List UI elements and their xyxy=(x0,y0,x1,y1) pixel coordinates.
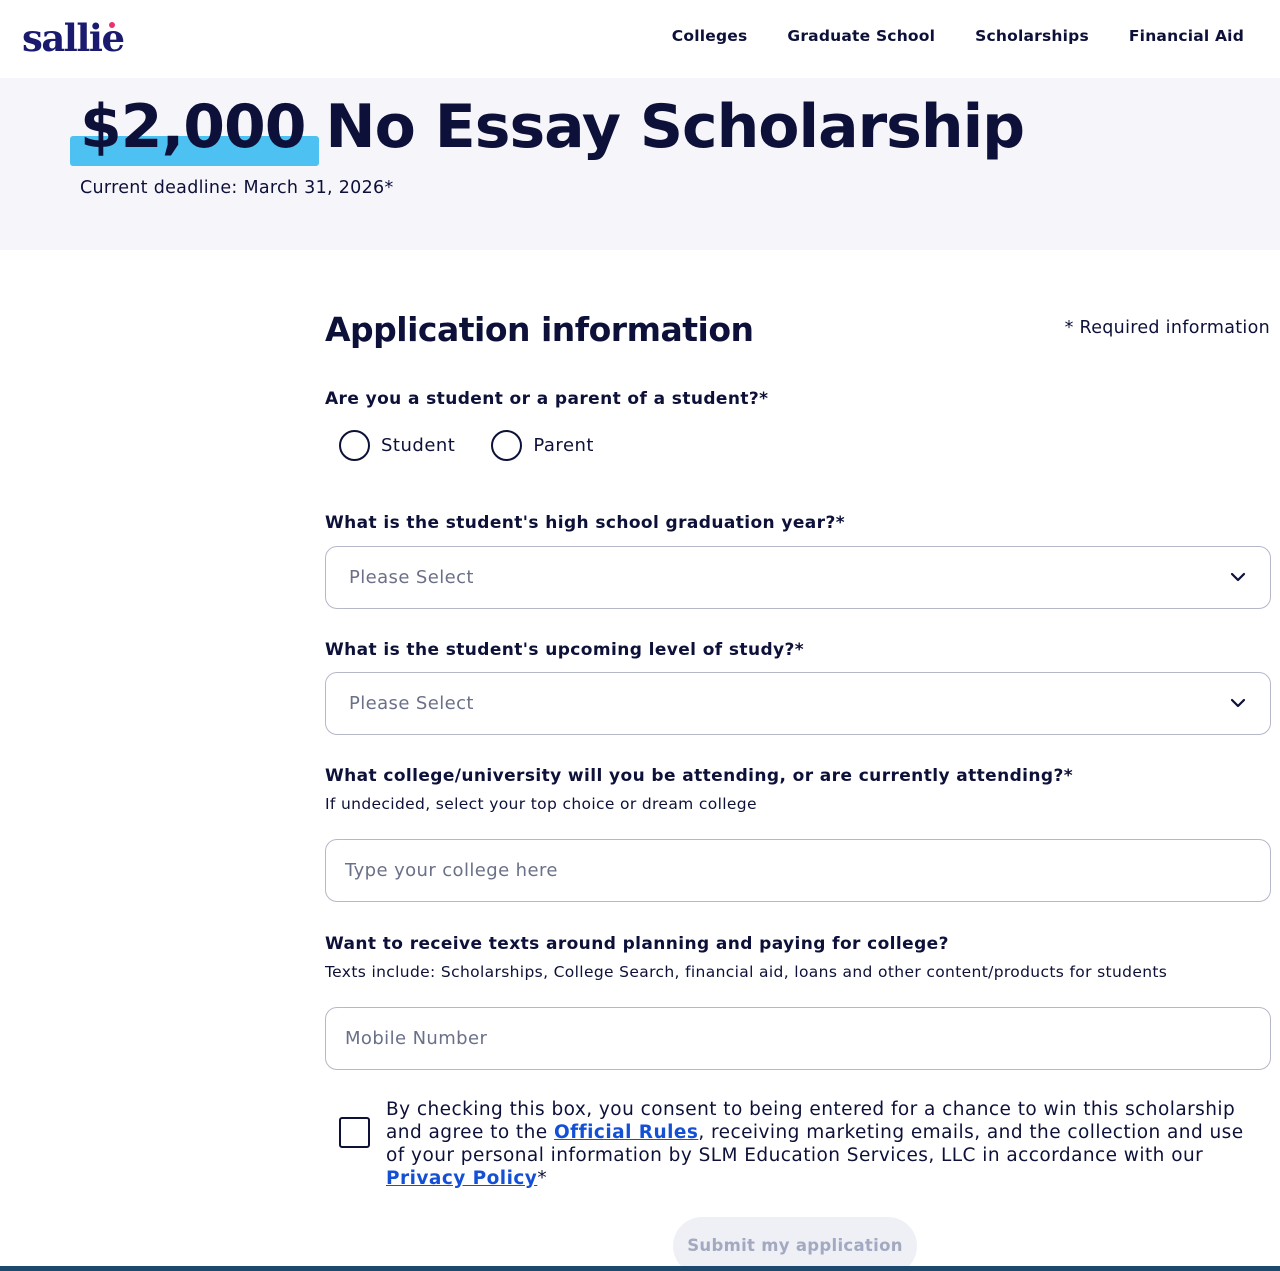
college-placeholder: Type your college here xyxy=(345,860,558,881)
mobile-number-input[interactable]: Mobile Number xyxy=(325,1007,1271,1070)
radio-circle-icon[interactable] xyxy=(339,430,370,461)
college-sublabel: If undecided, select your top choice or … xyxy=(325,795,757,813)
nav-colleges[interactable]: Colleges xyxy=(672,24,748,48)
radio-student-label[interactable]: Student xyxy=(381,431,455,461)
submit-button[interactable]: Submit my application xyxy=(673,1217,917,1271)
hero-banner: $2,000 No Essay Scholarship Current dead… xyxy=(0,78,1280,250)
sallie-logo[interactable]: sallie xyxy=(22,14,125,62)
nav-graduate-school[interactable]: Graduate School xyxy=(787,24,935,48)
radio-circle-icon[interactable] xyxy=(491,430,523,461)
logo-dot-icon xyxy=(109,22,115,28)
consent-text-part-3: * xyxy=(537,1168,548,1189)
texts-sublabel: Texts include: Scholarships, College Sea… xyxy=(325,963,1168,981)
mobile-number-placeholder: Mobile Number xyxy=(345,1028,488,1049)
title-text: No Essay Scholarship xyxy=(305,92,1025,162)
texts-label: Want to receive texts around planning an… xyxy=(325,934,949,954)
page-title: $2,000 No Essay Scholarship xyxy=(70,88,1025,166)
level-of-study-select[interactable]: Please Select xyxy=(325,672,1271,735)
level-of-study-placeholder: Please Select xyxy=(349,693,474,714)
radio-parent-label[interactable]: Parent xyxy=(533,431,594,461)
consent-text: By checking this box, you consent to bei… xyxy=(386,1098,1256,1190)
nav-financial-aid[interactable]: Financial Aid xyxy=(1129,24,1244,48)
official-rules-link[interactable]: Official Rules xyxy=(554,1122,698,1143)
college-label: What college/university will you be atte… xyxy=(325,766,1074,786)
role-radio-group: Student Parent xyxy=(339,430,630,461)
scholarship-amount: $2,000 xyxy=(70,88,319,166)
grad-year-placeholder: Please Select xyxy=(349,567,474,588)
grad-year-label: What is the student's high school gradua… xyxy=(325,513,845,533)
role-question-label: Are you a student or a parent of a stude… xyxy=(325,389,769,409)
consent-checkbox[interactable] xyxy=(339,1117,370,1148)
site-header: sallie Colleges Graduate School Scholars… xyxy=(0,0,1280,78)
radio-parent[interactable]: Parent xyxy=(491,430,594,461)
required-note: * Required information xyxy=(1064,318,1270,338)
chevron-down-icon xyxy=(1230,572,1246,582)
level-of-study-label: What is the student's upcoming level of … xyxy=(325,640,805,660)
nav-scholarships[interactable]: Scholarships xyxy=(975,24,1089,48)
privacy-policy-link[interactable]: Privacy Policy xyxy=(386,1168,537,1189)
amount-text: $2,000 xyxy=(80,92,307,162)
grad-year-select[interactable]: Please Select xyxy=(325,546,1271,609)
form-title: Application information xyxy=(325,310,754,349)
radio-student[interactable]: Student xyxy=(339,430,455,461)
logo-text: sallie xyxy=(22,16,125,60)
chevron-down-icon xyxy=(1230,698,1246,708)
main-nav: Colleges Graduate School Scholarships Fi… xyxy=(632,24,1244,48)
deadline-text: Current deadline: March 31, 2026* xyxy=(80,178,394,198)
bottom-divider xyxy=(0,1266,1280,1271)
college-input[interactable]: Type your college here xyxy=(325,839,1271,902)
